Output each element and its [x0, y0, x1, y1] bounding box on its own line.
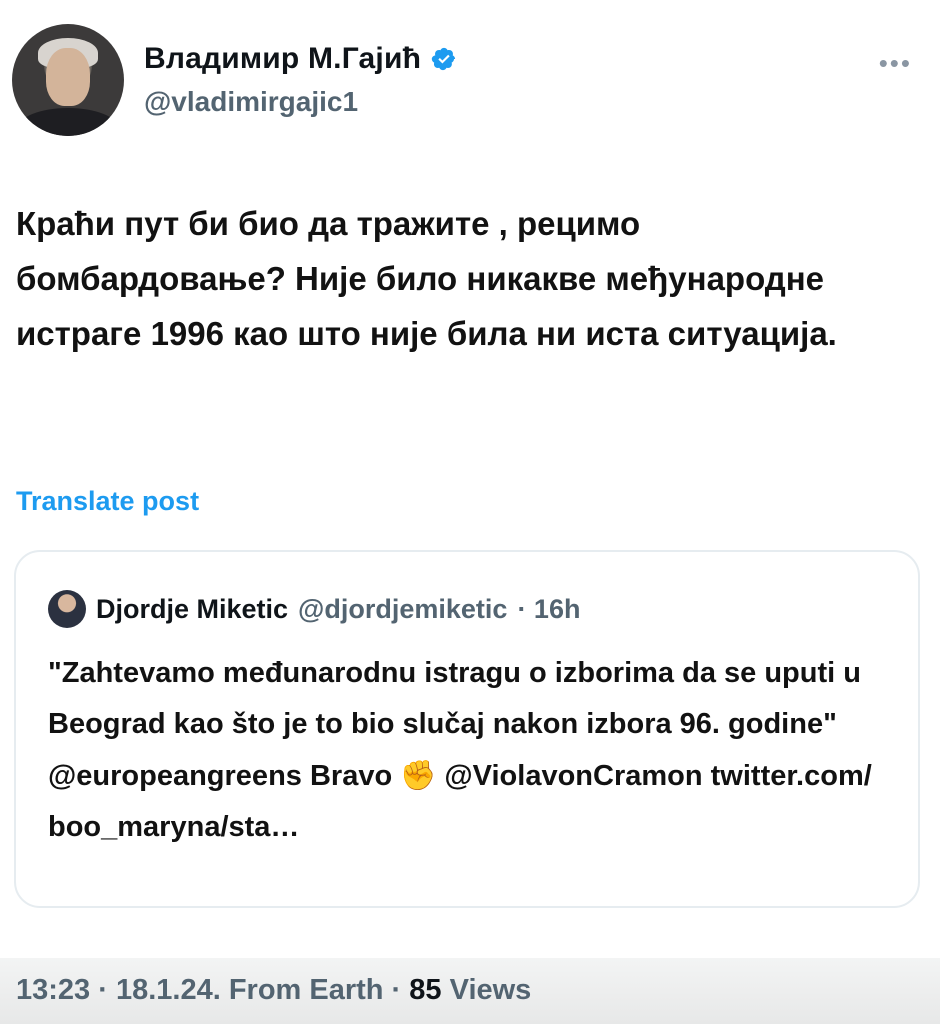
quoted-author-avatar[interactable]	[48, 590, 86, 628]
raised-fist-icon: ✊	[400, 758, 437, 792]
avatar-face	[46, 48, 90, 106]
tweet-time[interactable]: 13:23	[16, 974, 90, 1006]
author-avatar[interactable]	[12, 24, 124, 136]
verified-badge-icon	[431, 47, 456, 71]
quoted-author-name[interactable]: Djordje Miketic	[96, 594, 288, 625]
tweet-date-source: · 18.1.24. From Earth ·	[98, 974, 402, 1006]
quoted-tweet-time: · 16h	[517, 593, 581, 624]
quoted-tweet-card[interactable]: Djordje Miketic @djordjemiketic · 16h "Z…	[14, 550, 920, 908]
translate-post-link[interactable]: Translate post	[16, 486, 199, 517]
avatar-shirt	[18, 108, 118, 136]
views-label[interactable]: Views	[450, 974, 532, 1006]
quoted-author-handle[interactable]: @djordjemiketic	[298, 594, 507, 625]
author-name-row: Владимир М.Гајић	[144, 42, 457, 76]
quoted-tweet-header: Djordje Miketic @djordjemiketic · 16h	[48, 590, 580, 628]
quoted-tweet-text: "Zahtevamo međunarodnu istragu o izborim…	[48, 648, 888, 853]
more-options-icon[interactable]: •••	[879, 48, 912, 79]
tweet-meta: 13:23 · 18.1.24. From Earth · 85 Views	[16, 974, 531, 1007]
views-count: 85	[409, 974, 442, 1006]
tweet-footer: 13:23 · 18.1.24. From Earth · 85 Views	[0, 958, 940, 1024]
author-name[interactable]: Владимир М.Гајић	[144, 42, 421, 76]
tweet-text: Краћи пут би био да тражите , рецимо бом…	[16, 205, 837, 352]
tweet-author-header: Владимир М.Гајић @vladimirgajic1 •••	[12, 20, 912, 140]
author-handle[interactable]: @vladimirgajic1	[144, 86, 358, 118]
